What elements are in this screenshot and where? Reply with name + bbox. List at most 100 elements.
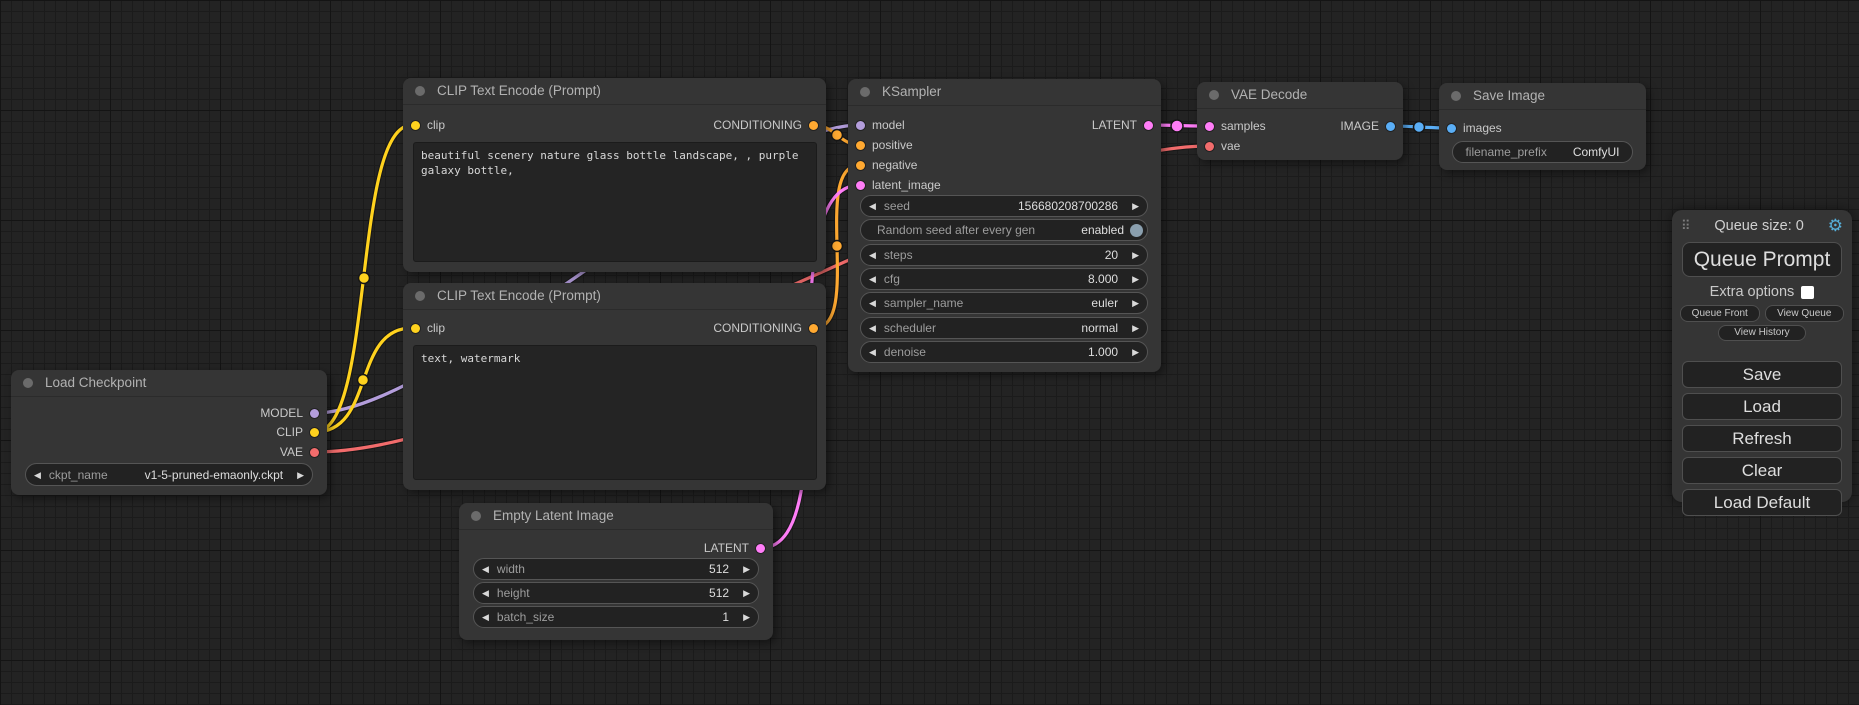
vae-input-pin[interactable]	[1205, 142, 1214, 151]
queue-size-label: Queue size: 0	[1691, 218, 1828, 234]
latent-output-pin[interactable]	[756, 544, 765, 553]
seed-widget[interactable]: ◀ seed 156680208700286 ▶	[860, 195, 1148, 217]
prev-arrow-icon[interactable]: ◀	[861, 342, 884, 362]
view-history-button[interactable]: View History	[1718, 325, 1806, 341]
input-vae: vae	[1205, 139, 1240, 153]
negative-input-pin[interactable]	[856, 161, 865, 170]
denoise-widget[interactable]: ◀ denoise 1.000 ▶	[860, 341, 1148, 363]
collapse-toggle-icon[interactable]	[415, 291, 425, 301]
positive-prompt-textarea[interactable]: beautiful scenery nature glass bottle la…	[413, 142, 817, 262]
node-ksampler[interactable]: KSampler model positive negative latent_…	[848, 79, 1161, 372]
sampler-name-widget[interactable]: ◀ sampler_name euler ▶	[860, 292, 1148, 314]
extra-options-row: Extra options	[1672, 284, 1852, 300]
node-title: CLIP Text Encode (Prompt)	[403, 283, 826, 310]
latent-image-input-pin[interactable]	[856, 181, 865, 190]
vae-output-pin[interactable]	[310, 448, 319, 457]
node-load-checkpoint[interactable]: Load Checkpoint MODEL CLIP VAE ◀ ckpt_na…	[11, 370, 327, 495]
next-arrow-icon[interactable]: ▶	[735, 607, 758, 627]
collapse-toggle-icon[interactable]	[23, 378, 33, 388]
node-empty-latent-image[interactable]: Empty Latent Image LATENT ◀ width 512 ▶ …	[459, 503, 773, 640]
cfg-widget[interactable]: ◀ cfg 8.000 ▶	[860, 268, 1148, 290]
refresh-button[interactable]: Refresh	[1682, 425, 1842, 452]
collapse-toggle-icon[interactable]	[415, 86, 425, 96]
queue-prompt-button[interactable]: Queue Prompt	[1682, 242, 1842, 277]
output-latent: LATENT	[704, 541, 765, 555]
samples-input-pin[interactable]	[1205, 122, 1214, 131]
output-image: IMAGE	[1340, 119, 1395, 133]
ckpt-name-widget[interactable]: ◀ ckpt_name v1-5-pruned-emaonly.ckpt ▶	[25, 463, 313, 486]
prev-arrow-icon[interactable]: ◀	[474, 607, 497, 627]
prev-arrow-icon[interactable]: ◀	[474, 583, 497, 603]
batch-size-widget[interactable]: ◀ batch_size 1 ▶	[473, 606, 759, 628]
input-latent-image: latent_image	[856, 178, 941, 192]
clip-input-pin[interactable]	[411, 324, 420, 333]
node-save-image[interactable]: Save Image images filename_prefix ComfyU…	[1439, 83, 1646, 170]
next-arrow-icon[interactable]: ▶	[1124, 342, 1147, 362]
prev-arrow-icon[interactable]: ◀	[26, 465, 49, 485]
clip-input-pin[interactable]	[411, 121, 420, 130]
prev-arrow-icon[interactable]: ◀	[861, 245, 884, 265]
output-conditioning: CONDITIONING	[713, 321, 818, 335]
link-dot-clip-negative	[358, 375, 369, 386]
output-vae: VAE	[280, 445, 319, 459]
prev-arrow-icon[interactable]: ◀	[861, 196, 884, 216]
prev-arrow-icon[interactable]: ◀	[861, 269, 884, 289]
input-samples: samples	[1205, 119, 1266, 133]
next-arrow-icon[interactable]: ▶	[1124, 269, 1147, 289]
scheduler-widget[interactable]: ◀ scheduler normal ▶	[860, 317, 1148, 339]
output-clip: CLIP	[276, 425, 319, 439]
view-queue-button[interactable]: View Queue	[1765, 305, 1845, 322]
collapse-toggle-icon[interactable]	[1451, 91, 1461, 101]
image-output-pin[interactable]	[1386, 122, 1395, 131]
output-conditioning: CONDITIONING	[713, 118, 818, 132]
node-clip-text-encode-positive[interactable]: CLIP Text Encode (Prompt) clip CONDITION…	[403, 78, 826, 272]
collapse-toggle-icon[interactable]	[1209, 90, 1219, 100]
next-arrow-icon[interactable]: ▶	[735, 559, 758, 579]
height-widget[interactable]: ◀ height 512 ▶	[473, 582, 759, 604]
node-graph-canvas[interactable]: Load Checkpoint MODEL CLIP VAE ◀ ckpt_na…	[0, 0, 1859, 705]
next-arrow-icon[interactable]: ▶	[1124, 245, 1147, 265]
load-button[interactable]: Load	[1682, 393, 1842, 420]
collapse-toggle-icon[interactable]	[860, 87, 870, 97]
link-dot-conditioning-positive	[832, 130, 843, 141]
model-output-pin[interactable]	[310, 409, 319, 418]
node-title: Load Checkpoint	[11, 370, 327, 397]
node-title: VAE Decode	[1197, 82, 1403, 109]
clear-button[interactable]: Clear	[1682, 457, 1842, 484]
save-button[interactable]: Save	[1682, 361, 1842, 388]
next-arrow-icon[interactable]: ▶	[735, 583, 758, 603]
positive-input-pin[interactable]	[856, 141, 865, 150]
toggle-knob-icon[interactable]	[1130, 224, 1143, 237]
extra-options-checkbox[interactable]	[1801, 286, 1814, 299]
link-dot-latent	[1171, 120, 1183, 132]
node-clip-text-encode-negative[interactable]: CLIP Text Encode (Prompt) clip CONDITION…	[403, 283, 826, 490]
clip-output-pin[interactable]	[310, 428, 319, 437]
settings-gear-icon[interactable]: ⚙	[1828, 216, 1843, 236]
prev-arrow-icon[interactable]: ◀	[861, 293, 884, 313]
conditioning-output-pin[interactable]	[809, 324, 818, 333]
prev-arrow-icon[interactable]: ◀	[861, 318, 884, 338]
input-positive: positive	[856, 138, 913, 152]
menu-drag-handle-icon[interactable]: ⠿	[1681, 218, 1691, 234]
queue-front-button[interactable]: Queue Front	[1680, 305, 1760, 322]
next-arrow-icon[interactable]: ▶	[1124, 196, 1147, 216]
random-seed-toggle-widget[interactable]: Random seed after every gen enabled	[860, 219, 1148, 241]
prev-arrow-icon[interactable]: ◀	[474, 559, 497, 579]
steps-widget[interactable]: ◀ steps 20 ▶	[860, 244, 1148, 266]
input-clip: clip	[411, 118, 445, 132]
collapse-toggle-icon[interactable]	[471, 511, 481, 521]
node-vae-decode[interactable]: VAE Decode samples vae IMAGE	[1197, 82, 1403, 160]
load-default-button[interactable]: Load Default	[1682, 489, 1842, 516]
model-input-pin[interactable]	[856, 121, 865, 130]
next-arrow-icon[interactable]: ▶	[1124, 318, 1147, 338]
next-arrow-icon[interactable]: ▶	[289, 465, 312, 485]
filename-prefix-widget[interactable]: filename_prefix ComfyUI	[1452, 141, 1633, 163]
link-dot-image	[1414, 122, 1425, 133]
link-dot-clip-positive	[359, 273, 370, 284]
negative-prompt-textarea[interactable]: text, watermark	[413, 345, 817, 480]
width-widget[interactable]: ◀ width 512 ▶	[473, 558, 759, 580]
conditioning-output-pin[interactable]	[809, 121, 818, 130]
images-input-pin[interactable]	[1447, 124, 1456, 133]
latent-output-pin[interactable]	[1144, 121, 1153, 130]
next-arrow-icon[interactable]: ▶	[1124, 293, 1147, 313]
